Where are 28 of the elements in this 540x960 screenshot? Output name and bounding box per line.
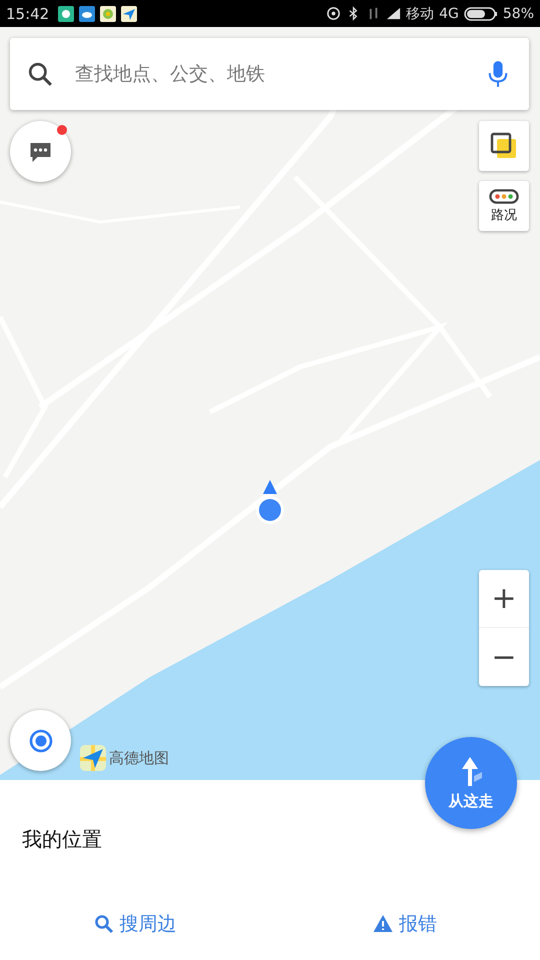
search-nearby-button[interactable]: 搜周边 bbox=[0, 894, 270, 954]
traffic-light-icon bbox=[489, 188, 519, 204]
microphone-icon[interactable] bbox=[487, 60, 509, 88]
location-marker-icon bbox=[255, 480, 285, 526]
signal-icon bbox=[386, 6, 402, 21]
battery-icon bbox=[464, 6, 498, 22]
place-title: 我的位置 bbox=[22, 826, 102, 853]
search-icon bbox=[27, 61, 53, 87]
logo-text: 高德地图 bbox=[109, 748, 169, 768]
carrier-label: 移动 bbox=[406, 4, 434, 22]
target-icon bbox=[28, 728, 52, 752]
search-bar[interactable]: 查找地点、公交、地铁 bbox=[10, 38, 529, 110]
zoom-out-button[interactable]: − bbox=[479, 628, 529, 686]
layers-icon bbox=[490, 132, 518, 160]
hotspot-icon bbox=[326, 6, 342, 21]
paper-plane-icon bbox=[121, 6, 138, 22]
battery-percent: 58% bbox=[502, 6, 534, 22]
report-error-button[interactable]: 报错 bbox=[270, 894, 540, 954]
traffic-button[interactable]: 路况 bbox=[479, 181, 529, 231]
status-time: 15:42 bbox=[6, 4, 50, 22]
zoom-in-button[interactable]: + bbox=[479, 570, 529, 628]
search-icon bbox=[94, 914, 114, 934]
logo-icon bbox=[80, 745, 106, 771]
layers-button[interactable] bbox=[479, 121, 529, 171]
network-label: 4G bbox=[439, 6, 459, 22]
warning-icon bbox=[373, 914, 393, 934]
search-field[interactable]: 查找地点、公交、地铁 bbox=[73, 62, 467, 86]
chat-bubble-icon bbox=[28, 140, 53, 162]
